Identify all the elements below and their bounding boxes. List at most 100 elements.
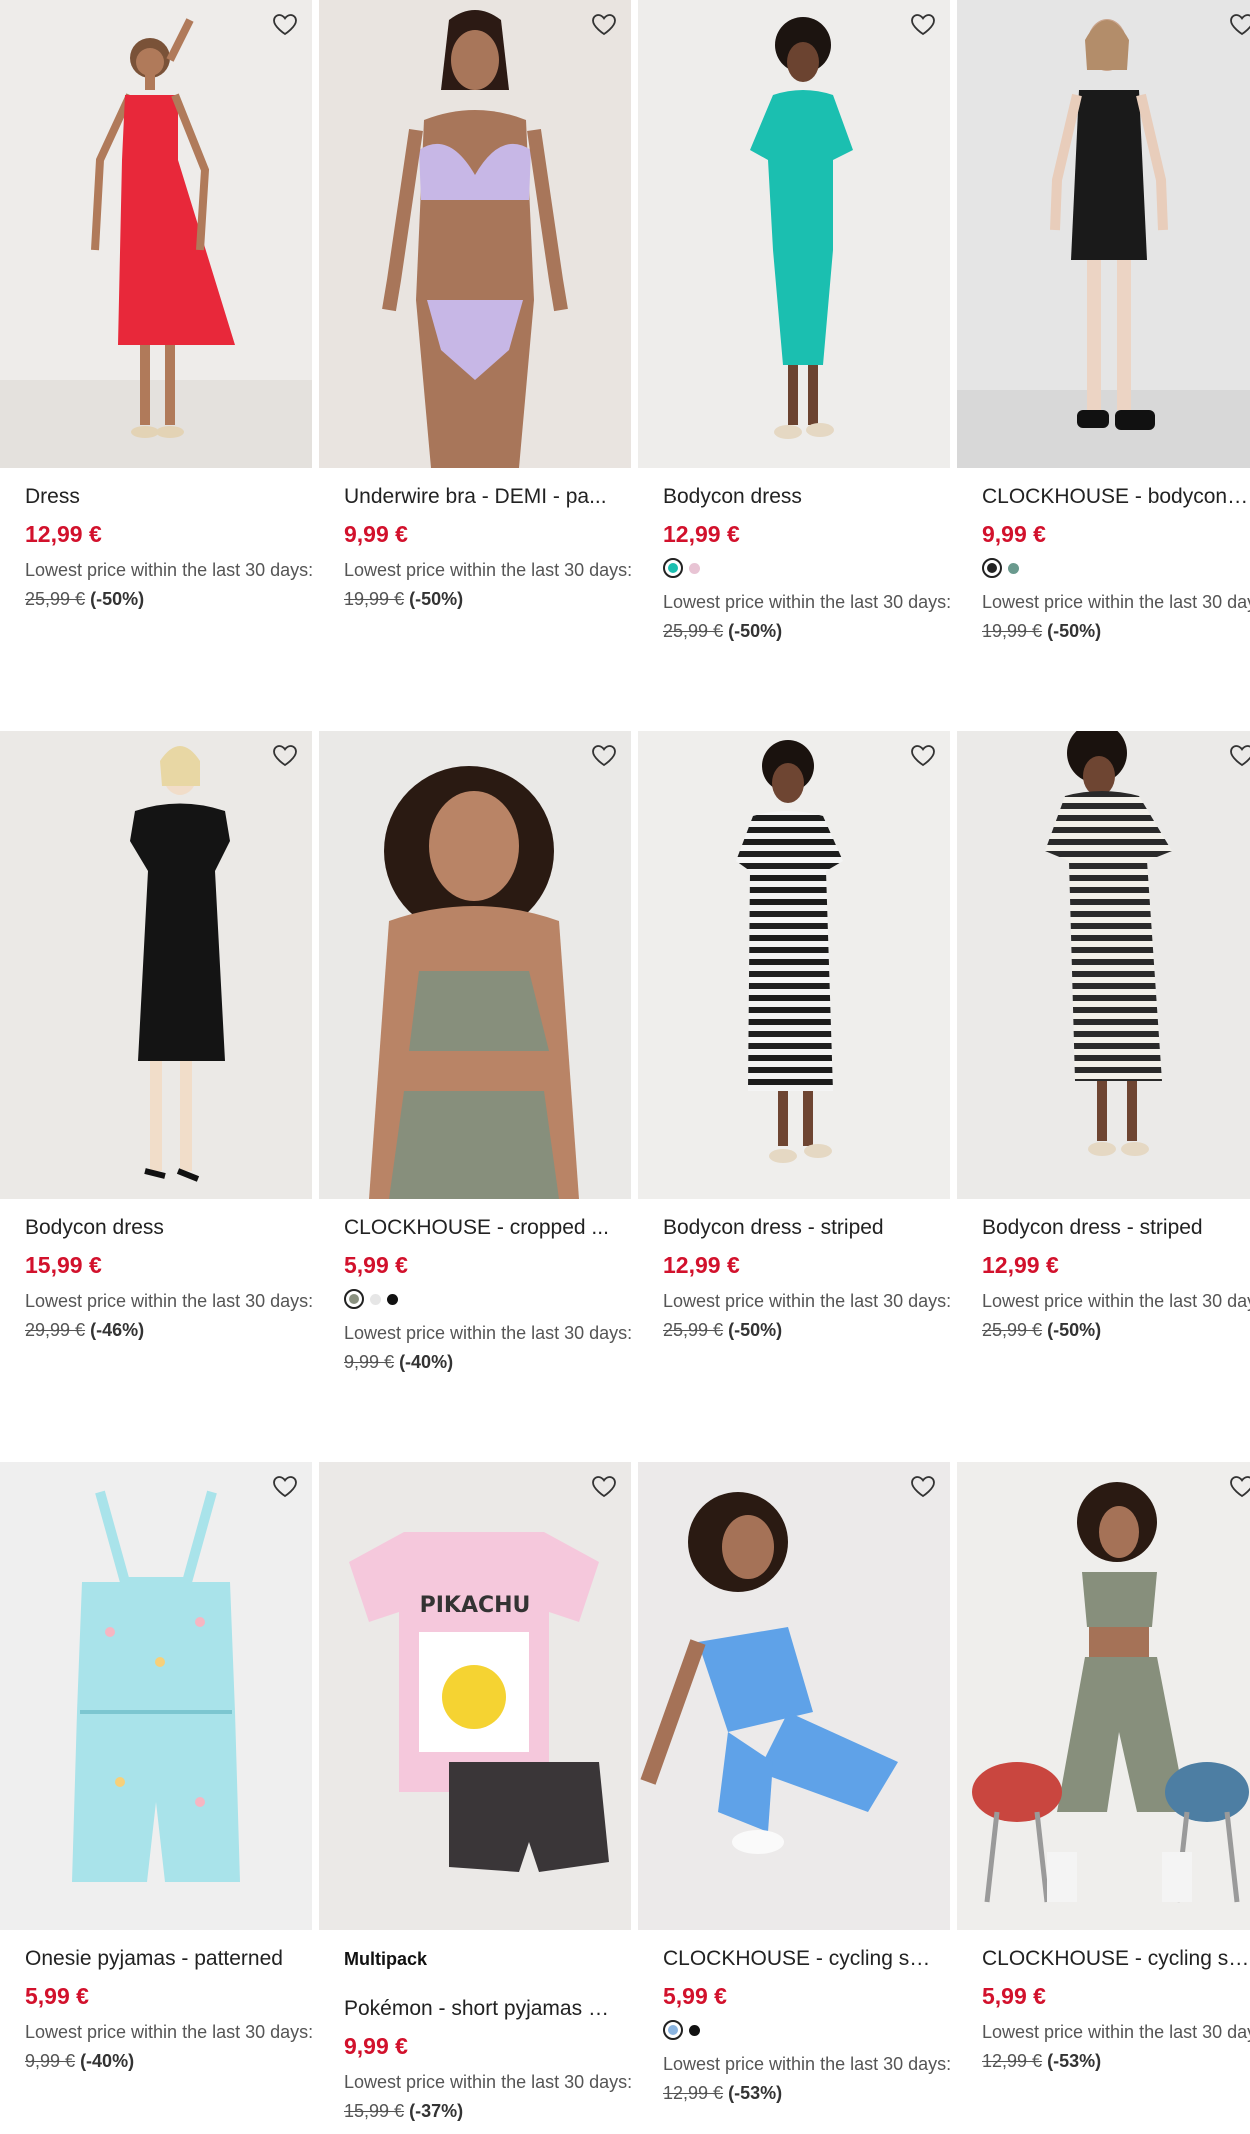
- lowest-price-label: Lowest price within the last 30 days:: [663, 2054, 952, 2074]
- product-image[interactable]: [957, 0, 1250, 468]
- heart-outline-icon[interactable]: [589, 10, 619, 40]
- product-info: Bodycon dress - striped 12,99 € Lowest pri…: [663, 1215, 951, 1345]
- product-image[interactable]: [0, 0, 312, 468]
- product-price: 5,99 €: [25, 1983, 89, 2009]
- discount-percent: (-50%): [1047, 621, 1102, 641]
- color-swatches: [982, 556, 1250, 580]
- product-price: 9,99 €: [982, 521, 1046, 547]
- shirt-print-text: PIKACHU: [420, 1593, 531, 1618]
- heart-outline-icon[interactable]: [589, 741, 619, 771]
- color-swatch[interactable]: [344, 1289, 364, 1309]
- old-price: 25,99 €: [663, 1320, 724, 1340]
- color-swatches: [663, 2018, 943, 2042]
- lowest-price-note: Lowest price within the last 30 days: 19…: [344, 556, 634, 614]
- lowest-price-note: Lowest price within the last 30 days: 25…: [663, 588, 953, 646]
- product-name[interactable]: Bodycon dress: [25, 1215, 293, 1241]
- lowest-price-label: Lowest price within the last 30 days:: [982, 2022, 1250, 2042]
- color-swatches: [344, 1287, 624, 1311]
- heart-outline-icon[interactable]: [589, 1472, 619, 1502]
- old-price: 9,99 €: [344, 1352, 395, 1372]
- old-price: 25,99 €: [982, 1320, 1043, 1340]
- product-price: 12,99 €: [663, 521, 740, 547]
- product-image[interactable]: [319, 0, 631, 468]
- heart-outline-icon[interactable]: [1227, 741, 1250, 771]
- lowest-price-note: Lowest price within the last 30 days: 19…: [982, 588, 1250, 646]
- color-swatch[interactable]: [1008, 562, 1019, 574]
- lowest-price-note: Lowest price within the last 30 days: 9,…: [344, 1319, 634, 1377]
- discount-percent: (-40%): [80, 2051, 135, 2071]
- lowest-price-label: Lowest price within the last 30 days:: [663, 1291, 952, 1311]
- color-swatch[interactable]: [689, 2024, 700, 2036]
- product-name[interactable]: Bodycon dress - striped: [982, 1215, 1250, 1241]
- product-name[interactable]: CLOCKHOUSE - cropped ...: [344, 1215, 612, 1241]
- heart-outline-icon[interactable]: [908, 10, 938, 40]
- product-name[interactable]: CLOCKHOUSE - cycling sh...: [663, 1946, 931, 1972]
- old-price: 12,99 €: [663, 2083, 724, 2103]
- lowest-price-label: Lowest price within the last 30 days:: [982, 1291, 1250, 1311]
- lowest-price-label: Lowest price within the last 30 days:: [25, 1291, 314, 1311]
- product-info: Bodycon dress - striped 12,99 € Lowest pri…: [982, 1215, 1250, 1345]
- product-price: 5,99 €: [663, 1983, 727, 2009]
- product-name[interactable]: CLOCKHOUSE - cycling sh...: [982, 1946, 1250, 1972]
- lowest-price-note: Lowest price within the last 30 days: 29…: [25, 1287, 315, 1345]
- product-image[interactable]: [638, 731, 950, 1199]
- color-swatch[interactable]: [370, 1293, 381, 1305]
- product-image[interactable]: [0, 731, 312, 1199]
- discount-percent: (-37%): [409, 2101, 464, 2121]
- heart-outline-icon[interactable]: [908, 1472, 938, 1502]
- discount-percent: (-53%): [728, 2083, 783, 2103]
- product-name[interactable]: Bodycon dress: [663, 484, 931, 510]
- lowest-price-label: Lowest price within the last 30 days:: [982, 592, 1250, 612]
- product-name[interactable]: Underwire bra - DEMI - pa...: [344, 484, 612, 510]
- heart-outline-icon[interactable]: [1227, 1472, 1250, 1502]
- discount-percent: (-50%): [728, 1320, 783, 1340]
- heart-outline-icon[interactable]: [270, 741, 300, 771]
- old-price: 9,99 €: [25, 2051, 76, 2071]
- lowest-price-note: Lowest price within the last 30 days: 9,…: [25, 2018, 315, 2076]
- color-swatch[interactable]: [689, 562, 700, 574]
- lowest-price-note: Lowest price within the last 30 days: 25…: [982, 1287, 1250, 1345]
- product-name[interactable]: Dress: [25, 484, 293, 510]
- lowest-price-label: Lowest price within the last 30 days:: [344, 560, 633, 580]
- product-name[interactable]: Bodycon dress - striped: [663, 1215, 931, 1241]
- lowest-price-label: Lowest price within the last 30 days:: [25, 2022, 314, 2042]
- product-image[interactable]: [957, 731, 1250, 1199]
- product-info: Underwire bra - DEMI - pa... 9,99 € Lowest…: [344, 484, 632, 614]
- product-info: CLOCKHOUSE - cycling sh... 5,99 € Lowest p…: [663, 1946, 951, 2108]
- heart-outline-icon[interactable]: [1227, 10, 1250, 40]
- old-price: 29,99 €: [25, 1320, 86, 1340]
- heart-outline-icon[interactable]: [270, 1472, 300, 1502]
- product-image[interactable]: [957, 1462, 1250, 1930]
- lowest-price-label: Lowest price within the last 30 days:: [663, 592, 952, 612]
- product-price: 12,99 €: [982, 1252, 1059, 1278]
- product-image[interactable]: [638, 0, 950, 468]
- color-swatch[interactable]: [982, 558, 1002, 578]
- product-price: 5,99 €: [344, 1252, 408, 1278]
- color-swatch[interactable]: [387, 1293, 398, 1305]
- product-price: 12,99 €: [663, 1252, 740, 1278]
- heart-outline-icon[interactable]: [908, 741, 938, 771]
- product-image[interactable]: [319, 731, 631, 1199]
- lowest-price-note: Lowest price within the last 30 days: 25…: [663, 1287, 953, 1345]
- color-swatches: [663, 556, 943, 580]
- discount-percent: (-50%): [409, 589, 464, 609]
- product-name[interactable]: Pokémon - short pyjamas -...: [344, 1996, 612, 2022]
- product-image[interactable]: [638, 1462, 950, 1930]
- color-swatch[interactable]: [663, 558, 683, 578]
- product-image[interactable]: [0, 1462, 312, 1930]
- product-image[interactable]: PIKACHU: [319, 1462, 631, 1930]
- product-info: Onesie pyjamas - patterned 5,99 € Lowest p…: [25, 1946, 313, 2076]
- heart-outline-icon[interactable]: [270, 10, 300, 40]
- lowest-price-note: Lowest price within the last 30 days: 12…: [982, 2018, 1250, 2076]
- discount-percent: (-50%): [1047, 1320, 1102, 1340]
- product-name[interactable]: CLOCKHOUSE - bodycon ...: [982, 484, 1250, 510]
- product-price: 12,99 €: [25, 521, 102, 547]
- discount-percent: (-53%): [1047, 2051, 1102, 2071]
- discount-percent: (-50%): [90, 589, 145, 609]
- color-swatch[interactable]: [663, 2020, 683, 2040]
- product-price: 9,99 €: [344, 521, 408, 547]
- discount-percent: (-46%): [90, 1320, 145, 1340]
- discount-percent: (-50%): [728, 621, 783, 641]
- old-price: 25,99 €: [663, 621, 724, 641]
- product-name[interactable]: Onesie pyjamas - patterned: [25, 1946, 293, 1972]
